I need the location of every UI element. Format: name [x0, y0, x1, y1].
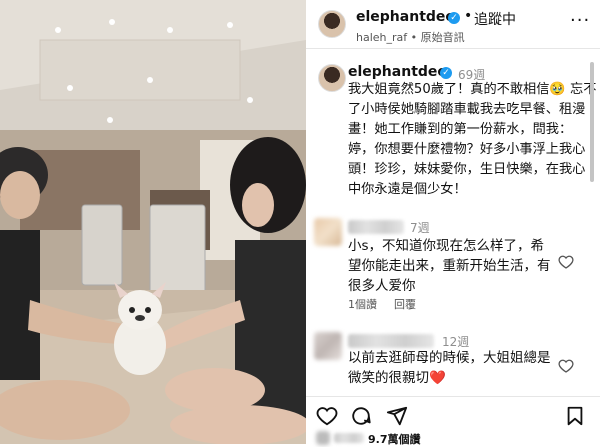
post-media[interactable] — [0, 0, 306, 444]
comment-icon[interactable] — [350, 405, 372, 427]
comment-age: 7週 — [410, 221, 430, 235]
heart-icon[interactable] — [316, 405, 338, 427]
comment-text: 以前去逛師母的時候，大姐姐總是微笑的很親切❤️ — [348, 350, 551, 386]
liker-username[interactable] — [334, 433, 364, 443]
comment-text: 小s，不知道你现在怎么样了，希望你能走出来，重新开始生活，有很多人爱你 — [348, 238, 551, 294]
author-username[interactable]: elephantdee — [356, 9, 455, 25]
post-header: elephantdee ✓ • 追蹤中 haleh_raf • 原始音訊 ··· — [306, 0, 600, 49]
separator-dot: • — [464, 8, 473, 24]
more-options-icon[interactable]: ··· — [570, 10, 590, 31]
like-count[interactable]: 9.7萬個讚 — [368, 431, 421, 447]
commenter-username[interactable] — [348, 334, 434, 348]
verified-icon: ✓ — [448, 12, 460, 24]
post-photo — [0, 0, 306, 444]
caption-username[interactable]: elephantdee — [348, 64, 447, 80]
liker-avatar — [316, 431, 330, 445]
caption-avatar[interactable] — [318, 64, 346, 92]
comment-like-heart-icon[interactable] — [558, 254, 574, 270]
commenter-username[interactable] — [348, 220, 404, 234]
commenter-avatar[interactable] — [314, 218, 342, 246]
post-panel: elephantdee ✓ • 追蹤中 haleh_raf • 原始音訊 ···… — [306, 0, 600, 447]
commenter-avatar[interactable] — [314, 332, 342, 360]
follow-button[interactable]: 追蹤中 — [474, 9, 516, 29]
comment-like-heart-icon[interactable] — [558, 358, 574, 374]
action-bar: 9.7萬個讚 — [306, 396, 600, 447]
comment-reply-button[interactable]: 回覆 — [394, 296, 416, 312]
caption-verified-icon: ✓ — [440, 67, 452, 79]
scrollbar[interactable] — [590, 62, 594, 182]
comment-like-count[interactable]: 1個讚 — [348, 296, 377, 312]
audio-subtitle[interactable]: haleh_raf • 原始音訊 — [356, 29, 465, 45]
author-avatar[interactable] — [318, 10, 346, 38]
bookmark-icon[interactable] — [564, 405, 586, 427]
caption-text: 我大姐竟然50歲了！真的不敢相信🥹 忘不了小時侯她騎腳踏車載我去吃早餐、租漫畫！… — [348, 82, 597, 197]
share-icon[interactable] — [386, 405, 408, 427]
